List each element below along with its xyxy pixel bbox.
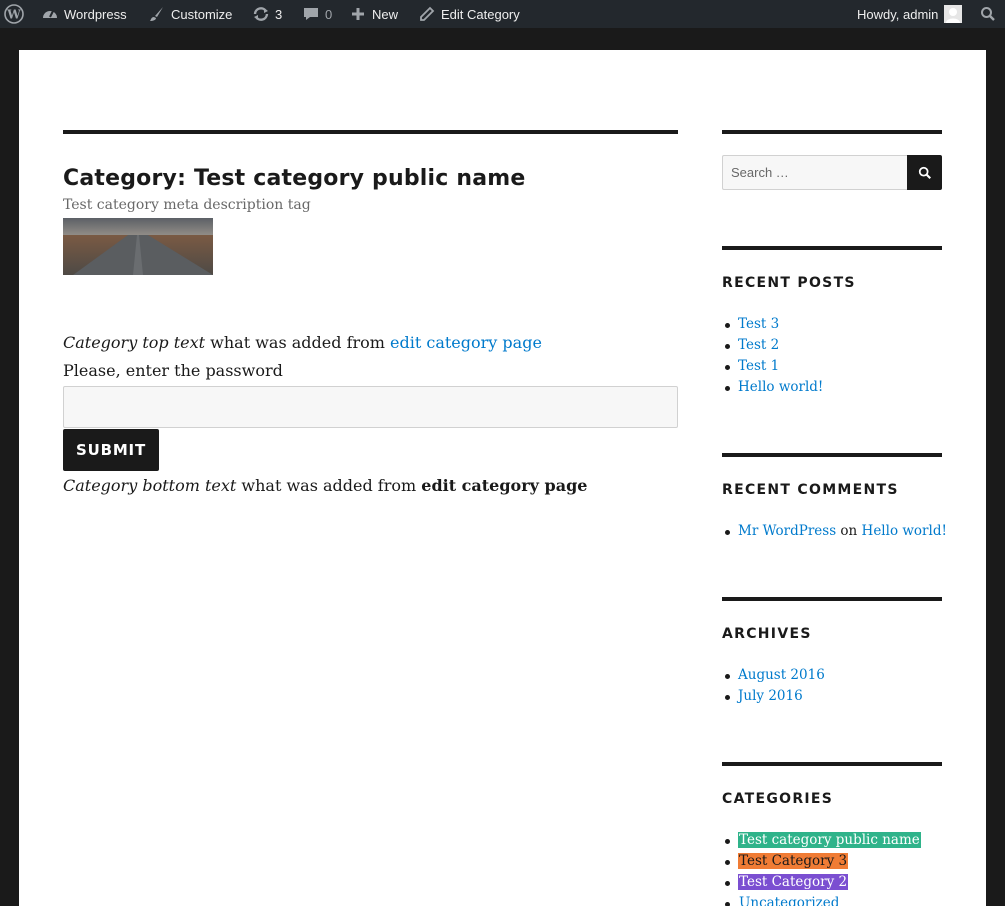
archives-list: August 2016 July 2016 bbox=[722, 665, 942, 707]
recent-posts-list: Test 3 Test 2 Test 1 Hello world! bbox=[722, 314, 942, 398]
categories-title: CATEGORIES bbox=[722, 791, 834, 807]
updates-icon bbox=[251, 4, 271, 24]
bottom-text-emphasis: Category bottom text bbox=[63, 476, 237, 495]
edit-category-label: Edit Category bbox=[441, 6, 520, 22]
widget-rule bbox=[722, 762, 942, 766]
comment-bubble-icon bbox=[301, 4, 321, 24]
page-content: Category: Test category public name Test… bbox=[19, 50, 986, 906]
categories-list: Test category public name Test Category … bbox=[722, 830, 942, 906]
widget-rule bbox=[722, 453, 942, 457]
search-icon bbox=[978, 4, 998, 24]
comment-on-label: on bbox=[836, 523, 862, 539]
category-link[interactable]: Test Category 2 bbox=[738, 874, 849, 890]
password-input[interactable] bbox=[63, 386, 678, 428]
categories-widget: CATEGORIES Test category public name Tes… bbox=[722, 762, 942, 906]
new-content-menu[interactable]: New bbox=[348, 0, 398, 28]
list-item: Test category public name bbox=[722, 830, 942, 851]
category-top-text: Category top text what was added from ed… bbox=[63, 329, 678, 357]
sidebar: Search … RECENT POSTS Test 3 Test 2 Test… bbox=[722, 130, 947, 906]
comment-post-link[interactable]: Hello world! bbox=[862, 523, 947, 539]
submit-button[interactable]: SUBMIT bbox=[63, 429, 159, 471]
category-meta-description: Test category meta description tag bbox=[63, 197, 311, 213]
comment-author-link[interactable]: Mr WordPress bbox=[738, 523, 836, 539]
top-text-emphasis: Category top text bbox=[63, 333, 206, 352]
edit-category-menu[interactable]: Edit Category bbox=[417, 0, 520, 28]
widget-rule bbox=[722, 597, 942, 601]
archives-title: ARCHIVES bbox=[722, 626, 812, 642]
list-item: August 2016 bbox=[722, 665, 942, 686]
bottom-text-bold: edit category page bbox=[421, 476, 588, 495]
brush-icon bbox=[147, 4, 167, 24]
password-prompt: Please, enter the password bbox=[63, 361, 283, 380]
customize-menu[interactable]: Customize bbox=[147, 0, 232, 28]
page-title: Category: Test category public name bbox=[63, 166, 526, 191]
my-account-menu[interactable]: Howdy, admin bbox=[857, 0, 963, 28]
recent-post-link[interactable]: Test 2 bbox=[738, 337, 779, 353]
updates-count: 3 bbox=[275, 6, 283, 22]
search-button[interactable] bbox=[907, 155, 942, 190]
list-item: Uncategorized bbox=[722, 893, 942, 906]
search-widget-rule bbox=[722, 130, 942, 134]
list-item: Test 1 bbox=[722, 356, 942, 377]
widget-rule bbox=[722, 246, 942, 250]
list-item: Test 3 bbox=[722, 314, 942, 335]
recent-post-link[interactable]: Test 1 bbox=[738, 358, 779, 374]
plus-icon bbox=[348, 4, 368, 24]
list-item: Mr WordPress on Hello world! bbox=[722, 521, 947, 542]
category-bottom-text: Category bottom text what was added from… bbox=[63, 472, 678, 500]
recent-comments-widget: RECENT COMMENTS Mr WordPress on Hello wo… bbox=[722, 453, 947, 542]
wordpress-logo-icon: W bbox=[4, 4, 24, 24]
bottom-text-middle: what was added from bbox=[236, 476, 422, 495]
archive-link[interactable]: August 2016 bbox=[738, 667, 825, 683]
category-link[interactable]: Test category public name bbox=[738, 832, 921, 848]
recent-posts-title: RECENT POSTS bbox=[722, 275, 856, 291]
recent-posts-widget: RECENT POSTS Test 3 Test 2 Test 1 Hello … bbox=[722, 246, 942, 398]
howdy-label: Howdy, admin bbox=[857, 6, 939, 22]
list-item: Hello world! bbox=[722, 377, 942, 398]
header-rule bbox=[63, 130, 678, 134]
category-image bbox=[63, 218, 213, 275]
recent-comments-title: RECENT COMMENTS bbox=[722, 482, 899, 498]
new-label: New bbox=[372, 6, 399, 22]
archives-widget: ARCHIVES August 2016 July 2016 bbox=[722, 597, 942, 707]
site-name-label: Wordpress bbox=[64, 6, 127, 22]
comments-menu[interactable]: 0 bbox=[301, 0, 332, 28]
category-link[interactable]: Test Category 3 bbox=[738, 853, 849, 869]
list-item: Test 2 bbox=[722, 335, 942, 356]
recent-post-link[interactable]: Hello world! bbox=[738, 379, 823, 395]
archive-link[interactable]: July 2016 bbox=[738, 688, 803, 704]
avatar bbox=[944, 5, 963, 23]
site-name-menu[interactable]: Wordpress bbox=[40, 0, 127, 28]
main-content: Category: Test category public name Test… bbox=[63, 130, 678, 500]
pencil-icon bbox=[417, 4, 437, 24]
wp-logo-menu[interactable]: W bbox=[4, 0, 28, 28]
updates-menu[interactable]: 3 bbox=[251, 0, 282, 28]
admin-search[interactable] bbox=[978, 0, 1002, 28]
list-item: July 2016 bbox=[722, 686, 942, 707]
recent-comments-list: Mr WordPress on Hello world! bbox=[722, 521, 947, 542]
admin-bar: W Wordpress Customize 3 0 New Edit Categ… bbox=[0, 0, 1005, 28]
list-item: Test Category 3 bbox=[722, 851, 942, 872]
category-link[interactable]: Uncategorized bbox=[738, 895, 840, 906]
recent-post-link[interactable]: Test 3 bbox=[738, 316, 779, 332]
svg-text:W: W bbox=[6, 8, 21, 22]
search-input[interactable]: Search … bbox=[722, 155, 907, 190]
comments-count: 0 bbox=[325, 6, 333, 22]
dashboard-icon bbox=[40, 4, 60, 24]
list-item: Test Category 2 bbox=[722, 872, 942, 893]
top-text-middle: what was added from bbox=[205, 333, 391, 352]
search-widget: Search … bbox=[722, 155, 942, 190]
search-icon bbox=[918, 166, 932, 180]
customize-label: Customize bbox=[171, 6, 233, 22]
edit-category-page-link[interactable]: edit category page bbox=[390, 333, 542, 352]
